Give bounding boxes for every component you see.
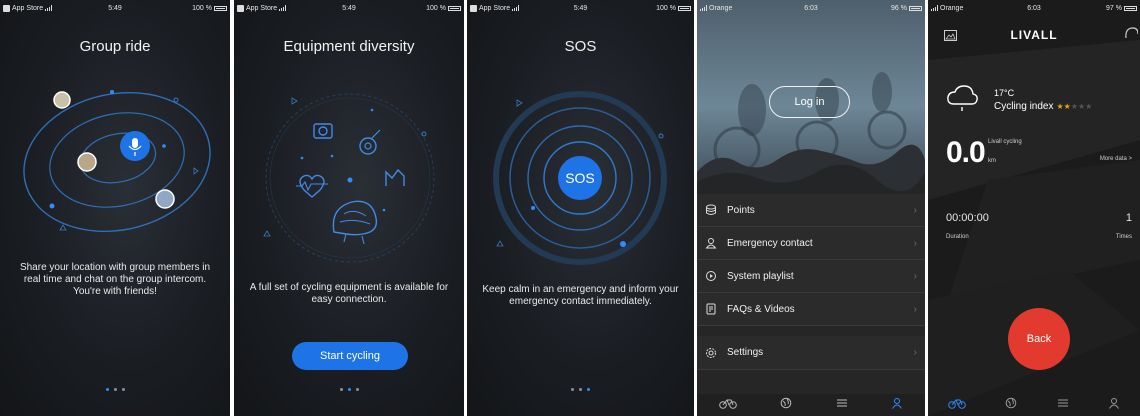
sos-label: SOS: [565, 170, 595, 186]
menu-item-label: FAQs & Videos: [727, 303, 795, 315]
star-empty-icon: ★: [1085, 102, 1093, 111]
intro-screen-sos: App Store 5:49 100 % SOS SOS Keep calm i…: [467, 0, 694, 416]
start-cycling-button[interactable]: Start cycling: [292, 342, 408, 370]
page-indicator: [234, 388, 464, 391]
weather-cloud-icon: [946, 84, 978, 117]
login-button[interactable]: Log in: [769, 86, 850, 118]
more-data-link[interactable]: More data >: [1100, 156, 1132, 162]
times-value: 1: [1125, 212, 1132, 224]
settings-menu: Settings ›: [697, 336, 925, 370]
duration-value: 00:00:00: [946, 212, 989, 224]
battery-percent: 96 %: [891, 4, 907, 12]
equipment-illustration: [263, 93, 435, 263]
helmet-icon: [332, 200, 378, 245]
page-indicator: [467, 388, 694, 391]
status-bar: Orange 6:03 96 %: [697, 0, 925, 16]
intro-screen-group-ride: App Store 5:49 100 % Group ride Share yo…: [0, 0, 230, 416]
tab-settings-sliders-icon[interactable]: [1057, 396, 1069, 414]
chevron-right-icon: ›: [913, 270, 917, 282]
star-filled-icon: ★: [1056, 102, 1064, 111]
camera-icon: [313, 123, 333, 139]
page-indicator: [0, 388, 230, 391]
page-dot[interactable]: [339, 388, 343, 391]
intro-screen-equipment: App Store 5:49 100 % Equipment diversity: [234, 0, 464, 416]
tab-profile-person-icon[interactable]: [1108, 396, 1120, 414]
playlist-icon: [705, 270, 723, 282]
faq-icon: [705, 303, 723, 315]
page-dot[interactable]: [587, 388, 590, 391]
menu-item-points[interactable]: Points ›: [697, 194, 925, 227]
tab-bar: [928, 394, 1140, 416]
carrier-label: Orange: [940, 4, 964, 12]
page-dot[interactable]: [347, 388, 351, 391]
duration-label: Duration: [946, 234, 969, 240]
page-dot[interactable]: [579, 388, 582, 391]
menu-item-faqs-videos[interactable]: FAQs & Videos ›: [697, 293, 925, 326]
battery-percent: 97 %: [1106, 4, 1122, 12]
rider-avatar: [53, 91, 175, 209]
tab-ride-bike-icon[interactable]: [718, 396, 737, 414]
database-icon: [705, 204, 723, 216]
profile-hero-banner: Orange 6:03 96 % Log in: [697, 0, 925, 194]
page-dot[interactable]: [113, 388, 117, 391]
profile-screen: Orange 6:03 96 % Log in Points › Emergen…: [697, 0, 925, 416]
times-label: Times: [1115, 234, 1132, 240]
page-dot[interactable]: [355, 388, 359, 391]
distance-unit: km: [988, 158, 996, 164]
status-time: 6:03: [804, 4, 818, 12]
dashboard-screen: Orange 6:03 97 % LIVALL 17°C Cycling ind…: [928, 0, 1140, 416]
distance-value: 0.0: [946, 136, 986, 169]
status-time: 6:03: [1027, 4, 1041, 12]
group-ride-illustration: [23, 90, 211, 233]
tab-explore-globe-icon[interactable]: [1005, 396, 1017, 414]
tab-ride-bike-icon[interactable]: [947, 396, 966, 414]
back-button[interactable]: Back: [1008, 308, 1070, 370]
tab-profile-person-icon[interactable]: [891, 396, 903, 414]
intro-description: Keep calm in an emergency and inform you…: [482, 284, 679, 307]
contact-icon: [705, 237, 723, 249]
microphone-icon: [120, 131, 150, 161]
battery-icon: [1124, 5, 1137, 11]
heart-rate-icon: [296, 174, 328, 198]
menu-item-system-playlist[interactable]: System playlist ›: [697, 260, 925, 293]
gear-icon: [705, 347, 723, 359]
signal-icon: [700, 5, 707, 11]
cycling-index-rating: ★★★★★: [1056, 102, 1092, 111]
menu-item-label: Settings: [727, 347, 764, 358]
distance-label: Livall cycling: [988, 139, 1022, 145]
chevron-right-icon: ›: [913, 204, 917, 216]
menu-item-emergency-contact[interactable]: Emergency contact ›: [697, 227, 925, 260]
chevron-right-icon: ›: [913, 347, 917, 358]
sos-illustration: SOS: [493, 91, 667, 265]
intro-description: A full set of cycling equipment is avail…: [249, 282, 449, 305]
menu-item-settings[interactable]: Settings ›: [697, 336, 925, 370]
chevron-right-icon: ›: [913, 237, 917, 249]
cycling-index: Cycling index ★★★★★: [994, 101, 1092, 112]
menu-item-label: Emergency contact: [727, 237, 813, 249]
star-empty-icon: ★: [1070, 102, 1078, 111]
page-dot[interactable]: [105, 388, 109, 391]
menu-item-label: System playlist: [727, 270, 794, 282]
temperature-value: 17°C: [994, 88, 1015, 98]
carrier-label: Orange: [709, 4, 733, 12]
chevron-right-icon: ›: [913, 303, 917, 315]
star-filled-icon: ★: [1063, 102, 1071, 111]
speaker-icon: [359, 129, 381, 155]
page-dot[interactable]: [121, 388, 125, 391]
tab-settings-sliders-icon[interactable]: [836, 396, 848, 414]
profile-menu: Points › Emergency contact › System play…: [697, 194, 925, 326]
status-bar: Orange 6:03 97 %: [928, 0, 1140, 16]
tab-bar: [697, 394, 925, 416]
cycling-index-label: Cycling index: [994, 101, 1054, 112]
menu-item-label: Points: [727, 204, 755, 216]
page-dot[interactable]: [571, 388, 574, 391]
brand-logo: LIVALL: [1010, 28, 1058, 42]
signal-icon: [931, 5, 938, 11]
tab-explore-globe-icon[interactable]: [780, 396, 792, 414]
intro-description: Share your location with group members i…: [19, 262, 211, 297]
speed-sensor-icon: [385, 168, 405, 186]
helmet-connect-icon[interactable]: [1124, 26, 1139, 44]
battery-icon: [909, 5, 922, 11]
dashboard-header: LIVALL: [928, 22, 1140, 48]
